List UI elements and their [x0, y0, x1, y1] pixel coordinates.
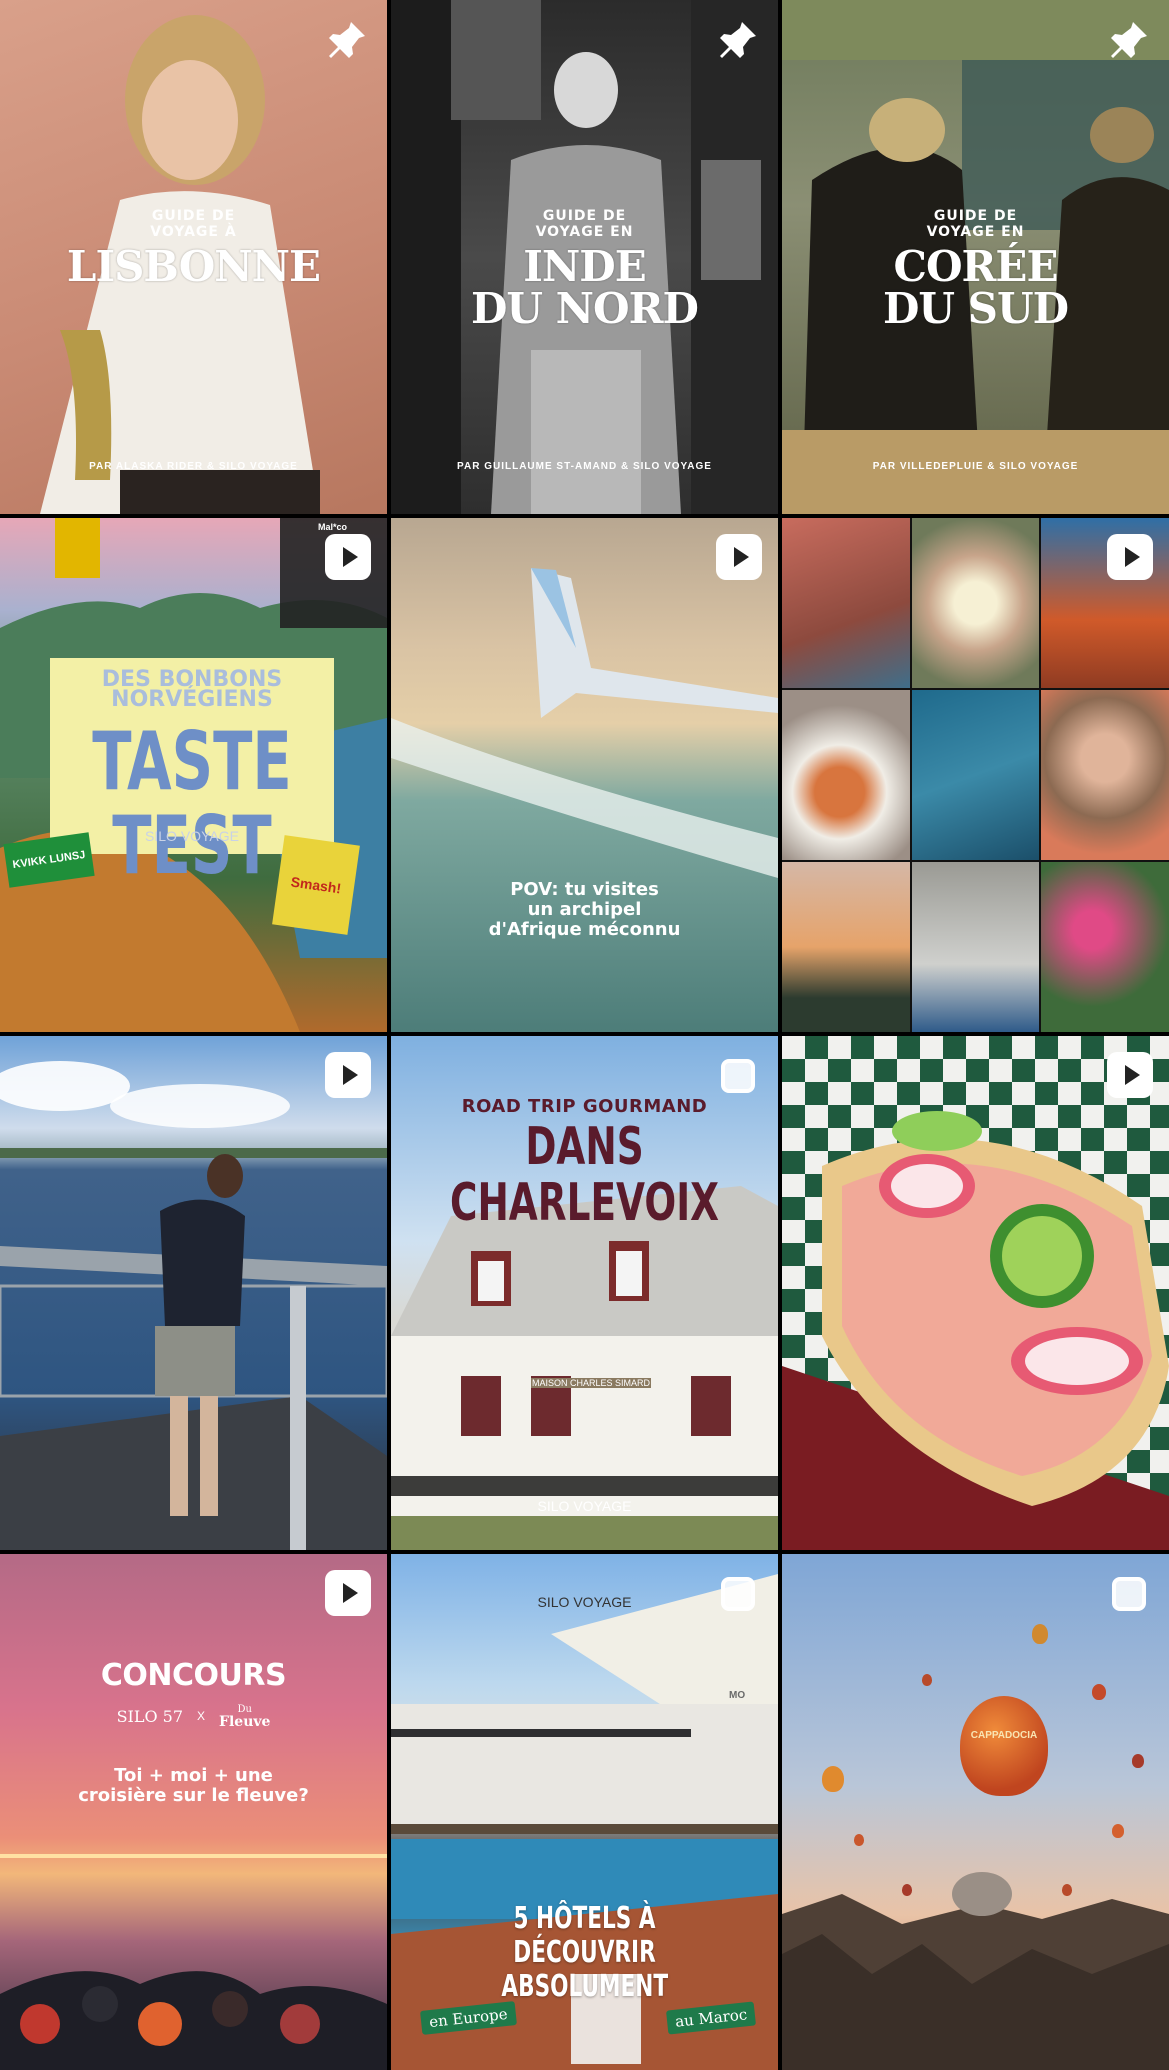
charlevoix-footer: SILO VOYAGE: [537, 1498, 632, 1514]
charlevoix-sign: MAISON CHARLES SIMARD: [531, 1378, 651, 1388]
balloon: [1062, 1884, 1072, 1896]
balloon: [902, 1884, 912, 1896]
guide-line2: VOYAGE À: [150, 224, 237, 240]
post-tile-coree[interactable]: GUIDE DE VOYAGE EN CORÉE DU SUD PAR VILL…: [782, 0, 1169, 514]
pin-icon: [714, 16, 762, 64]
guide-title-block: GUIDE DE VOYAGE EN CORÉE DU SUD: [782, 208, 1169, 330]
concours-title: CONCOURS: [100, 1658, 287, 1693]
guide-line2: VOYAGE EN: [926, 224, 1025, 240]
guide-line1: GUIDE DE: [933, 208, 1018, 224]
collage-sea: [911, 690, 1040, 860]
balloon: [854, 1834, 864, 1846]
reel-icon: [325, 1570, 371, 1616]
carousel-icon: [714, 1052, 762, 1100]
guide-destination-line1: INDE: [523, 242, 646, 291]
archipel-caption: POV: tu visites un archipel d'Afrique mé…: [391, 880, 778, 940]
post-tile-hotels[interactable]: SILO VOYAGE MO 5 HÔTELS À DÉCOUVRIR ABSO…: [391, 1554, 778, 2070]
charlevoix-title-block: ROAD TRIP GOURMAND DANS CHARLEVOIX: [391, 1096, 778, 1231]
post-tile-inde[interactable]: GUIDE DE VOYAGE EN INDE DU NORD PAR GUIL…: [391, 0, 778, 514]
reel-icon: [1107, 1052, 1153, 1098]
reel-icon: [325, 534, 371, 580]
post-tile-archipel[interactable]: POV: tu visites un archipel d'Afrique mé…: [391, 518, 778, 1032]
taste-line2: NORVÉGIENS: [111, 687, 273, 712]
guide-destination-line2: DU SUD: [882, 284, 1069, 333]
lac-photo: [0, 1061, 387, 1550]
brand-du-fleuve: Du Fleuve: [219, 1704, 271, 1730]
guide-title-block: GUIDE DE VOYAGE À LISBONNE: [0, 208, 387, 288]
post-tile-collage[interactable]: [782, 518, 1169, 1032]
brand-x: X: [197, 1709, 206, 1723]
guide-destination: LISBONNE: [66, 242, 321, 291]
reel-icon: [1107, 534, 1153, 580]
collage-woman: [1041, 690, 1169, 860]
archipel-caption-line1: POV: tu visites: [510, 879, 659, 900]
guide-line2: VOYAGE EN: [535, 224, 634, 240]
collage-pasta: [782, 690, 910, 860]
carousel-icon: [1105, 1570, 1153, 1618]
pin-icon: [1105, 16, 1153, 64]
guide-destination-line2: DU NORD: [471, 284, 699, 333]
umbrella-logo: MO: [729, 1690, 746, 1701]
concours-caption-line1: Toi + moi + une: [114, 1765, 273, 1786]
guedille-photo: [782, 1036, 1169, 1550]
post-tile-guedille[interactable]: [782, 1036, 1169, 1550]
post-tile-concours[interactable]: CONCOURS SILO 57 X Du Fleuve Toi + moi +…: [0, 1554, 387, 2070]
archipel-caption-line2: un archipel: [527, 899, 642, 920]
balloon: [822, 1766, 844, 1792]
collage-rooftops: [782, 518, 910, 688]
concours-caption-line2: croisière sur le fleuve?: [78, 1785, 309, 1806]
balloon: [1132, 1754, 1144, 1768]
collage-oleander: [1041, 862, 1169, 1032]
smash-pack: Smash!: [272, 835, 360, 935]
guide-destination-line1: CORÉE: [893, 242, 1059, 291]
balloon: [1032, 1624, 1048, 1644]
pin-icon: [323, 16, 371, 64]
post-tile-charlevoix[interactable]: ROAD TRIP GOURMAND DANS CHARLEVOIX MAISO…: [391, 1036, 778, 1550]
taste-title: TASTE TEST: [92, 715, 292, 892]
guide-title-block: GUIDE DE VOYAGE EN INDE DU NORD: [391, 208, 778, 330]
collage-flowers: [911, 518, 1040, 688]
post-tile-taste-test[interactable]: DES BONBONS NORVÉGIENS TASTE TEST SILO V…: [0, 518, 387, 1032]
balloon: [1092, 1684, 1106, 1700]
hotels-title-line1: 5 HÔTELS À DÉCOUVRIR: [513, 1901, 656, 1970]
guide-byline: PAR VILLEDEPLUIE & SILO VOYAGE: [872, 461, 1079, 472]
concours-brands: SILO 57 X Du Fleuve: [0, 1704, 387, 1730]
carousel-icon: [714, 1570, 762, 1618]
post-grid: GUIDE DE VOYAGE À LISBONNE PAR ALASKA RI…: [0, 0, 1169, 2070]
balloon: [1112, 1824, 1124, 1838]
concours-photo: [0, 1854, 387, 2070]
brand-silo57: SILO 57: [116, 1706, 184, 1726]
hotels-title-block: 5 HÔTELS À DÉCOUVRIR ABSOLUMENT: [391, 1902, 778, 2004]
archipel-caption-line3: d'Afrique méconnu: [488, 919, 681, 940]
archipel-photo: [391, 568, 778, 878]
collage-sunset: [782, 862, 910, 1032]
post-tile-lac[interactable]: [0, 1036, 387, 1550]
guide-line1: GUIDE DE: [151, 208, 236, 224]
concours-caption: Toi + moi + une croisière sur le fleuve?: [0, 1766, 387, 1806]
collage-grid: [782, 518, 1169, 1032]
cappadoce-photo: [782, 1872, 1169, 2070]
guide-byline: PAR GUILLAUME ST-AMAND & SILO VOYAGE: [457, 461, 712, 472]
balloon-main: CAPPADOCIA: [960, 1696, 1048, 1796]
charlevoix-title: DANS CHARLEVOIX: [449, 1117, 719, 1233]
collage-loungers: [911, 862, 1040, 1032]
balloon: [922, 1674, 932, 1686]
guide-byline: PAR ALASKA RIDER & SILO VOYAGE: [89, 461, 298, 472]
guide-line1: GUIDE DE: [542, 208, 627, 224]
reel-icon: [325, 1052, 371, 1098]
post-tile-cappadoce[interactable]: CAPPADOCIA: [782, 1554, 1169, 2070]
post-tile-lisbonne[interactable]: GUIDE DE VOYAGE À LISBONNE PAR ALASKA RI…: [0, 0, 387, 514]
taste-title-box: DES BONBONS NORVÉGIENS TASTE TEST SILO V…: [50, 658, 334, 888]
reel-icon: [716, 534, 762, 580]
hotels-title-line2: ABSOLUMENT: [501, 1969, 668, 2004]
